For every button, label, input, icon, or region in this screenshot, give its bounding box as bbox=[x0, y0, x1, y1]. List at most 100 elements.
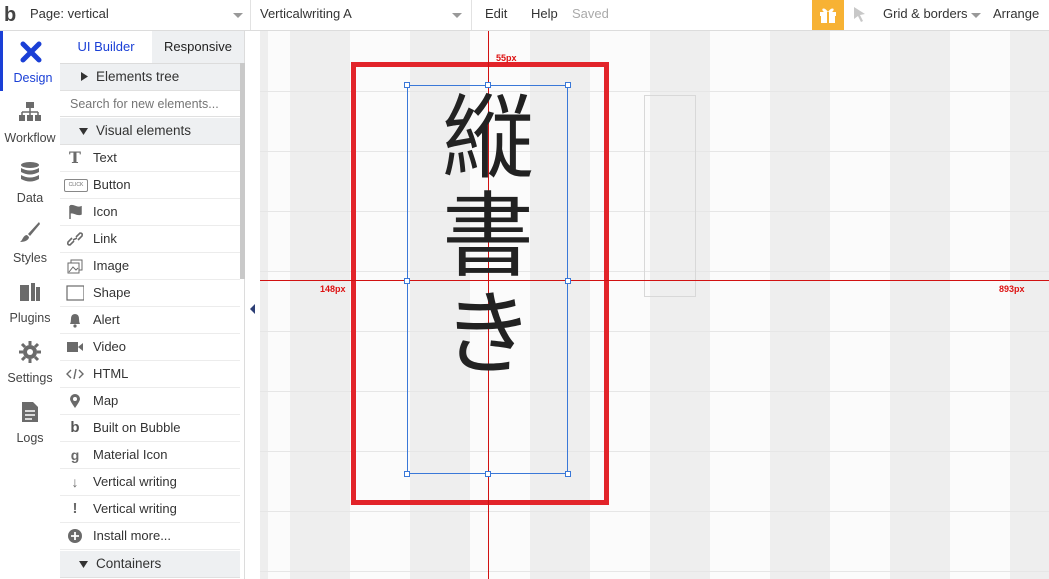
search-elements-input[interactable] bbox=[60, 91, 240, 117]
design-canvas[interactable]: 55px 148px 893px 縦 書 き bbox=[260, 31, 1049, 579]
rail-item-plugins[interactable]: Plugins bbox=[0, 271, 60, 331]
rail-item-workflow[interactable]: Workflow bbox=[0, 91, 60, 151]
element-item-label: Icon bbox=[93, 204, 118, 219]
flag-icon bbox=[69, 204, 82, 219]
placeholder-element[interactable] bbox=[644, 95, 696, 297]
resize-handle-left[interactable] bbox=[404, 278, 410, 284]
help-menu[interactable]: Help bbox=[531, 0, 558, 30]
grid-borders-menu[interactable]: Grid & borders bbox=[883, 0, 968, 30]
element-item-icon[interactable]: Icon bbox=[60, 199, 240, 226]
element-item-link[interactable]: Link bbox=[60, 226, 240, 253]
collapse-panel-arrow-icon[interactable] bbox=[250, 304, 255, 314]
rail-item-label: Plugins bbox=[9, 311, 51, 325]
page-selector[interactable]: Page: vertical bbox=[30, 0, 109, 30]
grid-column bbox=[770, 31, 830, 579]
plus-circle-icon bbox=[68, 529, 82, 543]
logs-icon bbox=[22, 402, 38, 422]
resize-handle-bottom-left[interactable] bbox=[404, 471, 410, 477]
element-item-label: HTML bbox=[93, 366, 129, 381]
grid-line bbox=[260, 511, 1049, 512]
element-item-label: Video bbox=[93, 339, 127, 354]
resize-handle-bottom-right[interactable] bbox=[565, 471, 571, 477]
element-item-label: Link bbox=[93, 231, 117, 246]
tab-responsive[interactable]: Responsive bbox=[152, 31, 244, 63]
rail-item-label: Logs bbox=[16, 431, 44, 445]
vertical-char: き bbox=[441, 281, 534, 388]
shape-icon bbox=[66, 285, 84, 301]
rail-item-label: Workflow bbox=[4, 131, 56, 145]
element-item-label: Image bbox=[93, 258, 130, 273]
element-item-label: Vertical writing bbox=[93, 501, 177, 516]
elements-tree-toggle[interactable]: Elements tree bbox=[60, 64, 240, 91]
grid-column bbox=[1010, 31, 1049, 579]
elements-tree-label: Elements tree bbox=[96, 69, 180, 84]
rail-item-data[interactable]: Data bbox=[0, 151, 60, 211]
element-selector[interactable]: Verticalwriting A bbox=[260, 0, 352, 30]
vertical-writing-element[interactable]: 縦 書 き bbox=[407, 85, 568, 474]
rail-item-styles[interactable]: Styles bbox=[0, 211, 60, 271]
element-item-built-on-bubble[interactable]: b Built on Bubble bbox=[60, 415, 240, 442]
link-icon bbox=[66, 232, 84, 246]
saved-status: Saved bbox=[572, 6, 609, 21]
element-item-shape[interactable]: Shape bbox=[60, 280, 240, 307]
element-item-text[interactable]: T Text bbox=[60, 145, 240, 172]
resize-handle-top[interactable] bbox=[485, 82, 491, 88]
element-item-vertical-writing-2[interactable]: ! Vertical writing bbox=[60, 496, 240, 523]
tab-ui-builder[interactable]: UI Builder bbox=[60, 31, 152, 63]
containers-toggle[interactable]: Containers bbox=[60, 551, 240, 578]
resize-handle-top-left[interactable] bbox=[404, 82, 410, 88]
element-item-vertical-writing-1[interactable]: ↓ Vertical writing bbox=[60, 469, 240, 496]
element-item-material-icon[interactable]: g Material Icon bbox=[60, 442, 240, 469]
panel-scrollbar[interactable] bbox=[240, 63, 245, 279]
element-item-label: Text bbox=[93, 150, 117, 165]
code-icon bbox=[66, 368, 84, 380]
grid-line bbox=[260, 571, 1049, 572]
element-item-label: Map bbox=[93, 393, 119, 408]
element-item-alert[interactable]: Alert bbox=[60, 307, 240, 334]
grid-column bbox=[290, 31, 350, 579]
element-item-label: Shape bbox=[93, 285, 131, 300]
vertical-writing-text: 縦 書 き bbox=[438, 90, 538, 384]
text-icon: T bbox=[69, 148, 81, 167]
divider bbox=[471, 0, 472, 30]
gift-button[interactable] bbox=[812, 0, 844, 30]
page-selector-caret-icon[interactable] bbox=[233, 13, 243, 18]
grid-borders-caret-icon[interactable] bbox=[971, 13, 981, 18]
element-item-video[interactable]: Video bbox=[60, 334, 240, 361]
top-offset-label: 55px bbox=[496, 53, 517, 63]
visual-elements-toggle[interactable]: Visual elements bbox=[60, 118, 240, 145]
element-item-label: Install more... bbox=[93, 528, 172, 543]
triangle-right-icon bbox=[81, 72, 88, 81]
gift-icon bbox=[820, 8, 836, 23]
rail-item-logs[interactable]: Logs bbox=[0, 391, 60, 451]
resize-handle-bottom[interactable] bbox=[485, 471, 491, 477]
cursor-icon[interactable] bbox=[851, 5, 869, 23]
arrange-menu[interactable]: Arrange bbox=[993, 0, 1039, 30]
image-icon bbox=[67, 259, 83, 274]
horizontal-guide-line bbox=[260, 280, 1049, 281]
left-offset-label: 148px bbox=[320, 284, 346, 294]
resize-handle-right[interactable] bbox=[565, 278, 571, 284]
element-item-install-more[interactable]: Install more... bbox=[60, 523, 240, 550]
settings-icon bbox=[19, 341, 41, 363]
vertical-char: 縦 bbox=[441, 85, 534, 192]
video-icon bbox=[67, 342, 83, 352]
panel-tabs: UI Builder Responsive bbox=[60, 31, 244, 64]
containers-label: Containers bbox=[96, 556, 162, 571]
grid-column bbox=[890, 31, 950, 579]
plugins-icon bbox=[20, 283, 40, 301]
resize-handle-top-right[interactable] bbox=[565, 82, 571, 88]
top-bar: b Page: vertical Verticalwriting A Edit … bbox=[0, 0, 1049, 31]
edit-menu[interactable]: Edit bbox=[485, 0, 507, 30]
element-item-image[interactable]: Image bbox=[60, 253, 240, 280]
styles-icon bbox=[20, 222, 40, 242]
rail-item-settings[interactable]: Settings bbox=[0, 331, 60, 391]
element-item-button[interactable]: CLICK Button bbox=[60, 172, 240, 199]
rail-item-design[interactable]: Design bbox=[0, 31, 60, 91]
rail-item-label: Settings bbox=[7, 371, 53, 385]
element-item-map[interactable]: Map bbox=[60, 388, 240, 415]
element-item-html[interactable]: HTML bbox=[60, 361, 240, 388]
bubble-logo-icon[interactable]: b bbox=[4, 4, 24, 26]
data-icon bbox=[21, 162, 39, 182]
element-selector-caret-icon[interactable] bbox=[452, 13, 462, 18]
